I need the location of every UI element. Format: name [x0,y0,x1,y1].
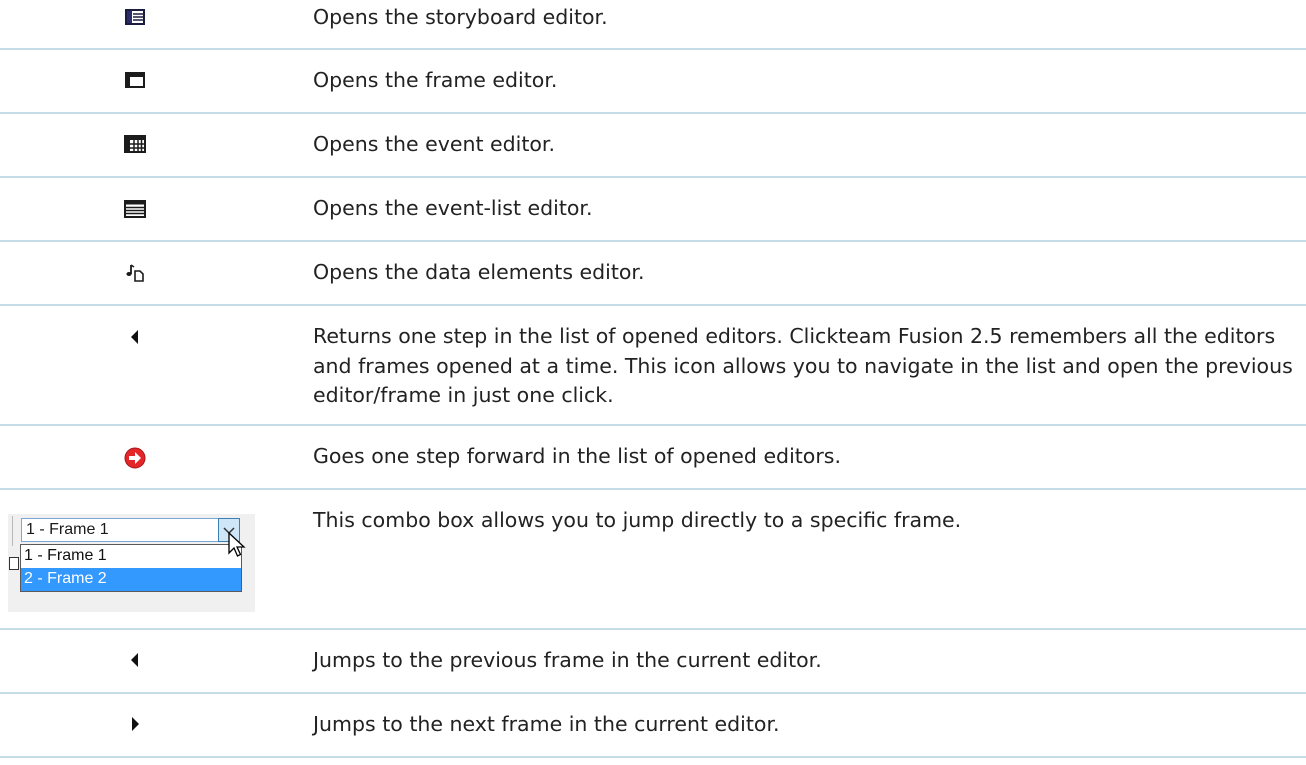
row-description: Opens the data elements editor. [313,260,645,284]
data-elements-editor-icon[interactable] [124,264,146,282]
back-arrow-icon[interactable] [128,328,142,346]
combo-selected-value: 1 - Frame 1 [26,521,109,538]
row-description: Goes one step forward in the list of ope… [313,444,841,468]
row-description: Returns one step in the list of opened e… [313,324,1293,407]
row-description: Opens the storyboard editor. [313,5,608,29]
row-description: Opens the event-list editor. [313,196,593,220]
frame-editor-icon[interactable] [125,72,145,88]
combo-dropdown-list: 1 - Frame 1 2 - Frame 2 [20,544,242,592]
event-editor-icon[interactable] [124,135,146,153]
table-row: Goes one step forward in the list of ope… [0,426,1306,490]
row-description: Opens the event editor. [313,132,555,156]
table-row: Opens the event editor. [0,114,1306,178]
row-description: Jumps to the next frame in the current e… [313,712,780,736]
table-row: Opens the storyboard editor. [0,0,1306,50]
forward-red-circle-icon[interactable] [123,446,147,470]
table-row: Jumps to the next frame in the current e… [0,694,1306,758]
row-description: Opens the frame editor. [313,68,558,92]
combo-option-selected[interactable]: 2 - Frame 2 [21,568,241,591]
frame-combo-box[interactable]: 1 - Frame 1 [21,518,240,542]
table-row: Opens the frame editor. [0,50,1306,114]
table-row: 1 - Frame 1 1 - Frame 1 2 - Frame 2 This… [0,490,1306,630]
document-icon [9,557,19,570]
row-description: Jumps to the previous frame in the curre… [313,648,822,672]
next-frame-icon[interactable] [128,715,142,733]
table-row: Jumps to the previous frame in the curre… [0,630,1306,694]
previous-frame-icon[interactable] [128,651,142,669]
frame-combo-screenshot: 1 - Frame 1 1 - Frame 1 2 - Frame 2 [8,502,255,612]
storyboard-editor-icon[interactable] [125,9,145,25]
combo-option[interactable]: 1 - Frame 1 [21,545,241,568]
table-row: Opens the data elements editor. [0,242,1306,306]
event-list-editor-icon[interactable] [124,200,146,218]
table-row: Returns one step in the list of opened e… [0,306,1306,426]
toolbar-separator [12,516,13,546]
row-description: This combo box allows you to jump direct… [313,508,962,532]
mouse-pointer-icon [228,531,246,564]
table-row: Opens the event-list editor. [0,178,1306,242]
